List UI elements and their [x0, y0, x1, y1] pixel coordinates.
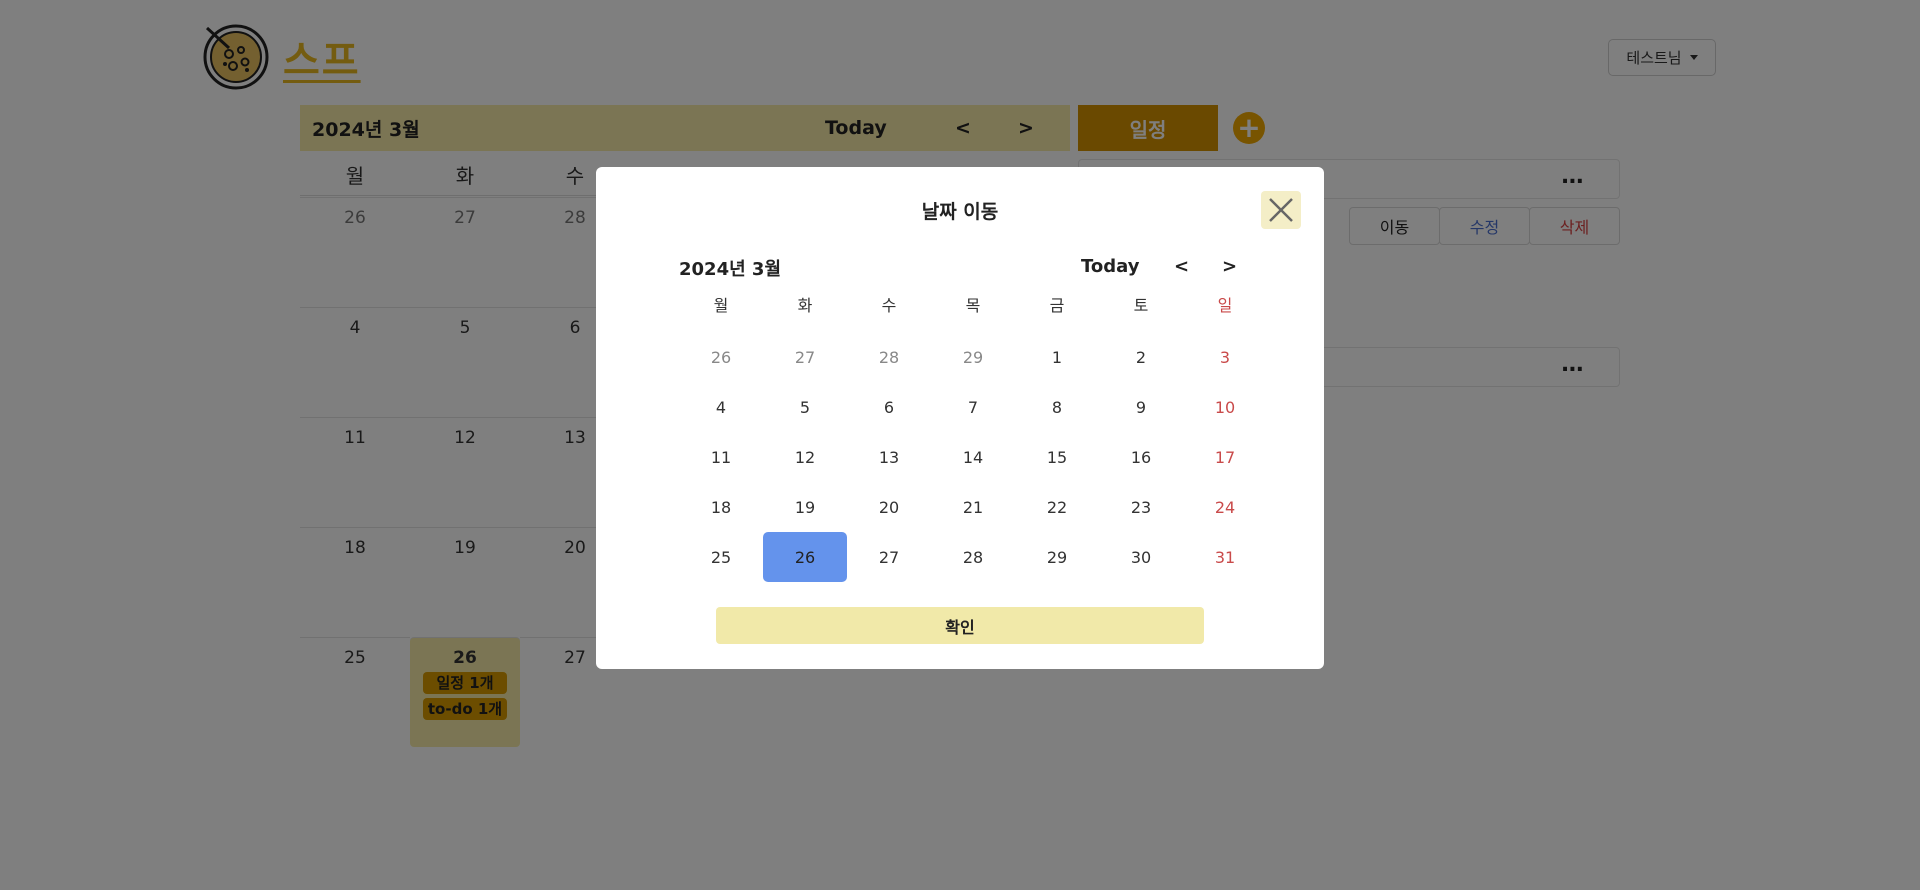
weekday-label: 화 — [797, 296, 813, 315]
modal-calendar-grid: 월 화 수 목 금 토 일 26 27 28 29 1 2 3 4 5 6 7 … — [679, 292, 1267, 582]
modal-day[interactable]: 3 — [1183, 332, 1267, 382]
modal-today-button[interactable]: Today — [1081, 256, 1139, 277]
modal-day[interactable]: 7 — [931, 382, 1015, 432]
modal-day[interactable]: 12 — [763, 432, 847, 482]
modal-day[interactable]: 23 — [1099, 482, 1183, 532]
weekday-label: 토 — [1133, 296, 1149, 315]
modal-day[interactable]: 26 — [679, 332, 763, 382]
weekday-label: 금 — [1049, 296, 1065, 315]
modal-day[interactable]: 24 — [1183, 482, 1267, 532]
date-move-modal: 날짜 이동 2024년 3월 Today < > 월 화 수 목 금 토 일 2… — [596, 167, 1324, 669]
modal-week: 18 19 20 21 22 23 24 — [679, 482, 1267, 532]
confirm-button[interactable]: 확인 — [716, 607, 1204, 644]
modal-day[interactable]: 25 — [679, 532, 763, 582]
modal-day[interactable]: 14 — [931, 432, 1015, 482]
weekday-label: 월 — [713, 296, 729, 315]
modal-day[interactable]: 28 — [847, 332, 931, 382]
modal-day[interactable]: 10 — [1183, 382, 1267, 432]
modal-day[interactable]: 29 — [1015, 532, 1099, 582]
modal-day[interactable]: 21 — [931, 482, 1015, 532]
modal-day[interactable]: 2 — [1099, 332, 1183, 382]
modal-week: 11 12 13 14 15 16 17 — [679, 432, 1267, 482]
modal-day[interactable]: 9 — [1099, 382, 1183, 432]
modal-day[interactable]: 6 — [847, 382, 931, 432]
modal-day[interactable]: 30 — [1099, 532, 1183, 582]
modal-day[interactable]: 27 — [763, 332, 847, 382]
modal-day[interactable]: 19 — [763, 482, 847, 532]
modal-day[interactable]: 20 — [847, 482, 931, 532]
modal-next-button[interactable]: > — [1222, 256, 1237, 277]
weekday-label: 일 — [1217, 296, 1233, 315]
modal-day[interactable]: 28 — [931, 532, 1015, 582]
modal-weekday-header: 월 화 수 목 금 토 일 — [679, 292, 1267, 332]
modal-day-selected[interactable]: 26 — [763, 532, 847, 582]
modal-day[interactable]: 1 — [1015, 332, 1099, 382]
modal-month-label: 2024년 3월 — [679, 259, 782, 280]
modal-day[interactable]: 17 — [1183, 432, 1267, 482]
modal-week: 4 5 6 7 8 9 10 — [679, 382, 1267, 432]
modal-prev-button[interactable]: < — [1174, 256, 1189, 277]
close-button[interactable] — [1261, 191, 1301, 229]
modal-day[interactable]: 16 — [1099, 432, 1183, 482]
modal-day[interactable]: 5 — [763, 382, 847, 432]
modal-week: 26 27 28 29 1 2 3 — [679, 332, 1267, 382]
close-icon — [1269, 198, 1293, 222]
weekday-label: 목 — [965, 296, 981, 315]
modal-title: 날짜 이동 — [921, 201, 999, 223]
weekday-label: 수 — [881, 296, 897, 315]
modal-day[interactable]: 8 — [1015, 382, 1099, 432]
modal-day[interactable]: 15 — [1015, 432, 1099, 482]
modal-week: 25 26 27 28 29 30 31 — [679, 532, 1267, 582]
modal-day[interactable]: 11 — [679, 432, 763, 482]
modal-day[interactable]: 27 — [847, 532, 931, 582]
modal-day[interactable]: 4 — [679, 382, 763, 432]
modal-day[interactable]: 29 — [931, 332, 1015, 382]
modal-day[interactable]: 31 — [1183, 532, 1267, 582]
modal-day[interactable]: 18 — [679, 482, 763, 532]
modal-day[interactable]: 13 — [847, 432, 931, 482]
modal-day[interactable]: 22 — [1015, 482, 1099, 532]
